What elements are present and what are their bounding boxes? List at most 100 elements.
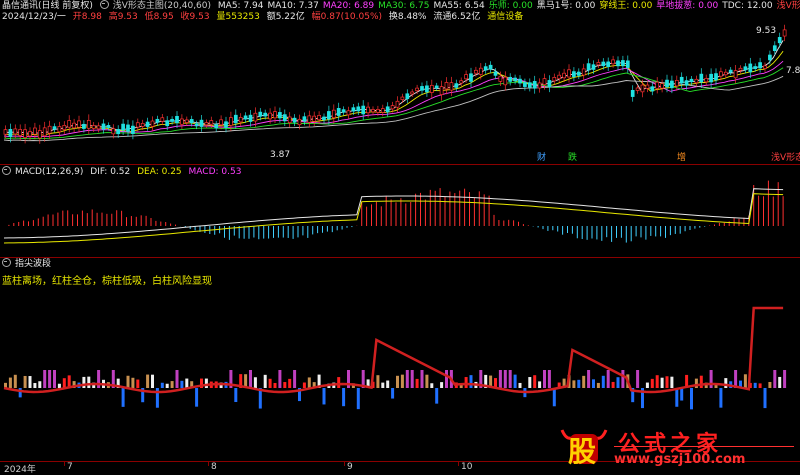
candle — [111, 128, 116, 135]
wave-bar — [126, 375, 130, 388]
candle — [380, 108, 385, 113]
wave-bar — [396, 375, 399, 388]
wave-bar — [503, 370, 507, 388]
quote-industry[interactable]: 通信设备 — [487, 12, 523, 22]
candle — [723, 71, 728, 76]
candle — [704, 77, 709, 83]
candle — [728, 69, 733, 73]
candle — [361, 105, 366, 115]
candle — [748, 63, 753, 73]
wave-legend: 蓝柱离场，红柱全仓，棕柱低吸，白柱风险显现 — [2, 276, 212, 287]
candle — [160, 117, 165, 122]
wave-settings-icon[interactable] — [2, 258, 11, 267]
candle — [253, 112, 258, 122]
wave-bar — [645, 382, 649, 388]
wave-bar — [283, 382, 287, 388]
candlestick-chart[interactable] — [0, 22, 800, 164]
wave-title[interactable]: 指尖波段 — [15, 259, 51, 269]
wave-bar — [410, 370, 414, 388]
ma-value: TDC: 12.00 — [722, 1, 773, 11]
candle — [86, 119, 91, 129]
ma-value: 旱地拔葱: 0.00 — [656, 1, 719, 11]
candle — [508, 76, 513, 82]
wave-bar — [660, 377, 664, 388]
macd-chart[interactable] — [0, 168, 800, 256]
candle — [709, 73, 713, 83]
candle — [3, 129, 8, 135]
quote-turnover: 换8.48% — [388, 12, 427, 22]
candle — [243, 115, 248, 120]
wave-bar — [302, 382, 306, 388]
stock-name[interactable]: 晶信通讯(日线 前复权) — [2, 1, 93, 11]
candle — [630, 90, 635, 97]
ma-values: MA5: 7.94 MA10: 7.37 MA20: 6.89 MA30: 6.75 M… — [218, 1, 800, 11]
candle — [596, 62, 601, 66]
signal-zeng: 增 — [677, 153, 687, 163]
candle — [581, 68, 586, 76]
candle — [527, 82, 532, 88]
panel-divider — [0, 257, 800, 258]
candle — [189, 119, 194, 124]
wave-bar — [528, 377, 532, 388]
wave-bar — [778, 376, 782, 388]
candle — [297, 118, 302, 126]
indicator-settings-icon[interactable] — [99, 0, 109, 9]
candle — [665, 79, 669, 88]
candle — [52, 126, 57, 130]
candle — [660, 83, 664, 89]
quote-close: 收9.53 — [180, 12, 210, 22]
candle — [175, 115, 179, 124]
candle — [371, 109, 375, 113]
candle — [449, 82, 454, 91]
candle — [469, 73, 473, 82]
ma-value: 浅V形态: 0 — [776, 1, 800, 11]
wave-bar — [430, 383, 434, 388]
quote-float-cap: 流通6.52亿 — [433, 12, 481, 22]
panel-divider — [0, 164, 800, 165]
candle — [655, 81, 660, 89]
watermark-rule — [614, 446, 794, 447]
wave-bar — [699, 375, 703, 388]
candle — [576, 71, 581, 76]
candle — [180, 118, 184, 125]
macd-line — [3, 193, 784, 244]
ma-line — [3, 67, 784, 140]
candle — [679, 76, 684, 84]
candle — [689, 78, 694, 83]
candle — [503, 76, 508, 86]
candle — [459, 80, 464, 84]
candle — [170, 118, 174, 122]
wave-bar — [391, 388, 395, 399]
ma-value: 黑马1号: 0.00 — [536, 1, 596, 11]
wave-bar — [121, 388, 125, 407]
wave-bar — [263, 374, 267, 388]
wave-bar — [376, 375, 380, 388]
candle — [523, 82, 527, 87]
candle — [640, 84, 645, 93]
wave-bar — [464, 377, 468, 388]
candle — [229, 117, 233, 126]
candle — [346, 110, 351, 116]
signal-die: 跌 — [568, 153, 578, 163]
candle — [532, 80, 537, 89]
wave-bar — [543, 370, 546, 388]
price-low-label: 3.87 — [270, 150, 291, 160]
wave-bar — [592, 379, 595, 388]
ma-value: 乐师: 0.00 — [488, 1, 533, 11]
wave-bar — [768, 381, 772, 388]
wave-bar — [356, 388, 360, 410]
watermark-url: www.gszj100.com — [614, 452, 746, 467]
wave-bar — [400, 374, 404, 388]
wave-bar — [53, 370, 56, 388]
wave-bar — [170, 381, 174, 388]
candle — [96, 125, 101, 130]
candle — [562, 72, 566, 79]
candle — [273, 111, 277, 119]
candle — [327, 111, 331, 120]
main-indicator-title[interactable]: 浅V形态主图(20,40,60) — [113, 1, 211, 11]
axis-month-7: 7 — [67, 462, 73, 472]
candle — [145, 121, 150, 127]
candle — [714, 73, 718, 81]
candle — [621, 60, 625, 67]
ma-value: MA20: 6.89 — [322, 1, 375, 11]
